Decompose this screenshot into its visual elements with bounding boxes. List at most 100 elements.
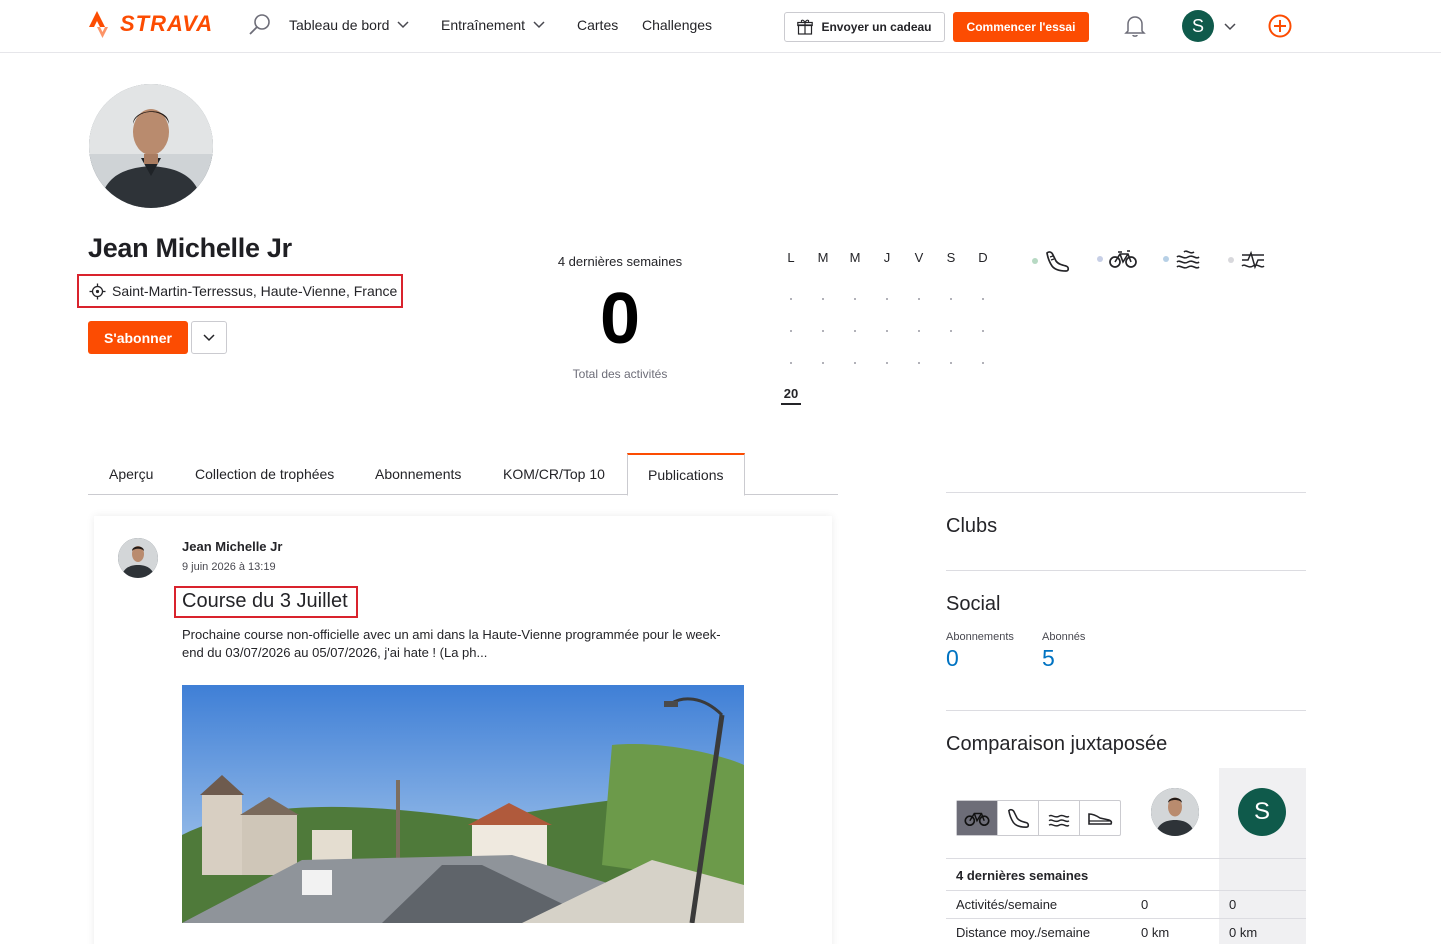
comparison-row: Activités/semaine 0 0 bbox=[946, 890, 1306, 917]
calendar-day-dot bbox=[886, 362, 888, 364]
post-title[interactable]: Course du 3 Juillet bbox=[174, 586, 358, 618]
chevron-down-icon bbox=[203, 333, 215, 341]
search-icon[interactable] bbox=[248, 13, 272, 37]
comparison-row-user-value: 0 bbox=[1229, 897, 1237, 912]
tab-posts[interactable]: Publications bbox=[627, 453, 745, 496]
calendar-day-dot bbox=[854, 298, 856, 300]
comparison-row: Distance moy./semaine 0 km 0 km bbox=[946, 918, 1306, 944]
calendar-day-dot bbox=[854, 330, 856, 332]
calendar-day-dot bbox=[982, 330, 984, 332]
sport-filter-run[interactable] bbox=[1032, 249, 1070, 273]
activities-total: 0 bbox=[599, 279, 641, 359]
followers-count[interactable]: 5 bbox=[1042, 645, 1055, 672]
follow-button[interactable]: S'abonner bbox=[88, 321, 188, 354]
brand-wordmark: STRAVA bbox=[120, 11, 214, 36]
calendar-day-dot bbox=[918, 330, 920, 332]
calendar-day-dot bbox=[822, 330, 824, 332]
comparison-row-athlete-value: 0 km bbox=[1141, 925, 1170, 940]
run-shoe-icon bbox=[1046, 251, 1070, 272]
sport-filter-bike[interactable] bbox=[1097, 249, 1137, 269]
calendar-day-dot bbox=[886, 330, 888, 332]
weekday-fri: V bbox=[914, 250, 924, 265]
compare-other-tab[interactable] bbox=[1080, 801, 1120, 835]
nav-training[interactable]: Entraînement bbox=[441, 17, 545, 33]
nav-challenges[interactable]: Challenges bbox=[642, 17, 712, 33]
chevron-down-icon bbox=[533, 21, 545, 29]
post-author-name[interactable]: Jean Michelle Jr bbox=[182, 539, 282, 554]
nav-dashboard-label: Tableau de bord bbox=[289, 17, 390, 33]
nav-training-label: Entraînement bbox=[441, 17, 526, 33]
compare-swim-tab[interactable] bbox=[1039, 801, 1080, 835]
current-week-number[interactable]: 20 bbox=[781, 386, 801, 405]
user-avatar[interactable]: S bbox=[1182, 10, 1214, 42]
comparison-section-header: 4 dernières semaines bbox=[946, 858, 1306, 885]
weekday-wed: M bbox=[849, 250, 861, 265]
sport-filter-other[interactable] bbox=[1228, 249, 1266, 271]
run-shoe-icon bbox=[1007, 808, 1030, 828]
clubs-heading: Clubs bbox=[946, 515, 998, 537]
sport-dot bbox=[1163, 256, 1169, 262]
following-count[interactable]: 0 bbox=[946, 645, 959, 672]
swim-waves-icon bbox=[1176, 250, 1200, 269]
add-plus-icon[interactable] bbox=[1268, 14, 1292, 43]
strava-mark-icon bbox=[89, 11, 108, 38]
calendar-day-dot bbox=[950, 362, 952, 364]
following-label: Abonnements bbox=[946, 631, 1014, 643]
chevron-down-icon[interactable] bbox=[1224, 18, 1236, 36]
calendar-day-dot bbox=[950, 298, 952, 300]
tab-following[interactable]: Abonnements bbox=[375, 453, 461, 495]
activities-total-label: Total des activités bbox=[572, 367, 668, 381]
calendar-day-dot bbox=[982, 362, 984, 364]
sport-dot bbox=[1032, 258, 1038, 264]
profile-avatar bbox=[89, 84, 213, 208]
top-navigation: STRAVA Tableau de bord Entraînement Cart… bbox=[0, 0, 1441, 53]
compare-run-tab[interactable] bbox=[998, 801, 1039, 835]
post-author-avatar[interactable] bbox=[118, 538, 158, 578]
swim-waves-icon bbox=[1048, 814, 1070, 827]
nav-challenges-label: Challenges bbox=[642, 17, 713, 33]
tab-trophy-collection[interactable]: Collection de trophées bbox=[195, 453, 334, 495]
tab-overview[interactable]: Aperçu bbox=[109, 453, 153, 495]
calendar-day-dot bbox=[822, 362, 824, 364]
follow-options-button[interactable] bbox=[191, 321, 227, 354]
weekday-thu: J bbox=[883, 250, 891, 265]
calendar-day-dot bbox=[790, 362, 792, 364]
calendar-day-dot bbox=[822, 298, 824, 300]
bell-icon[interactable] bbox=[1124, 14, 1146, 43]
comparison-athlete-avatar[interactable] bbox=[1151, 788, 1199, 836]
calendar-day-dot bbox=[950, 330, 952, 332]
comparison-heading: Comparaison juxtaposée bbox=[946, 733, 1168, 755]
weekday-tue: M bbox=[817, 250, 829, 265]
post-excerpt: Prochaine course non-officielle avec un … bbox=[182, 627, 721, 660]
nav-maps[interactable]: Cartes bbox=[577, 17, 618, 33]
divider bbox=[946, 710, 1306, 711]
tab-kom-cr-top10[interactable]: KOM/CR/Top 10 bbox=[503, 453, 605, 495]
comparison-row-label: Distance moy./semaine bbox=[956, 925, 1091, 940]
nav-dashboard[interactable]: Tableau de bord bbox=[289, 17, 409, 33]
comparison-row-athlete-value: 0 bbox=[1141, 897, 1149, 912]
sport-dot bbox=[1228, 257, 1234, 263]
calendar-day-dot bbox=[886, 298, 888, 300]
followers-label: Abonnés bbox=[1042, 631, 1086, 643]
post-photo[interactable] bbox=[182, 685, 744, 923]
divider bbox=[946, 492, 1306, 493]
athlete-location: Saint-Martin-Terressus, Haute-Vienne, Fr… bbox=[77, 274, 403, 308]
location-target-icon bbox=[89, 283, 106, 299]
sport-dot bbox=[1097, 256, 1103, 262]
strava-logo[interactable]: STRAVA bbox=[88, 9, 213, 39]
calendar-day-dot bbox=[790, 330, 792, 332]
sport-filter-swim[interactable] bbox=[1163, 249, 1201, 269]
compare-bike-tab[interactable] bbox=[957, 801, 998, 835]
post-card: Jean Michelle Jr 9 juin 2026 à 13:19 Cou… bbox=[94, 516, 832, 944]
calendar-day-dot bbox=[918, 362, 920, 364]
stats-period-label: 4 dernières semaines bbox=[557, 254, 683, 269]
comparison-user-avatar[interactable]: S bbox=[1238, 788, 1286, 836]
calendar-day-dot bbox=[918, 298, 920, 300]
comparison-sport-selector bbox=[956, 800, 1121, 836]
calendar-day-dot bbox=[982, 298, 984, 300]
weekday-sun: D bbox=[978, 250, 988, 265]
send-gift-button[interactable]: Envoyer un cadeau bbox=[784, 12, 945, 42]
bike-icon bbox=[964, 812, 990, 827]
start-trial-button[interactable]: Commencer l'essai bbox=[953, 12, 1089, 42]
weekday-sat: S bbox=[946, 250, 956, 265]
